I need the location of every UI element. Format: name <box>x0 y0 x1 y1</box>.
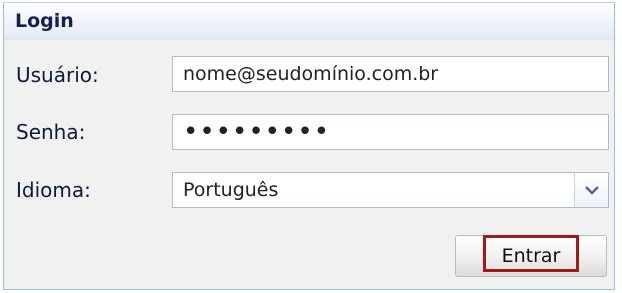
language-dropdown-trigger[interactable] <box>574 173 608 207</box>
user-label: Usuário: <box>16 63 99 87</box>
panel-title: Login <box>15 10 74 32</box>
language-select-value: Português <box>183 179 279 201</box>
enter-button[interactable]: Entrar <box>455 235 607 277</box>
chevron-down-icon <box>584 185 599 195</box>
login-panel: Login Usuário: Senha: Idioma: Português … <box>3 2 615 290</box>
user-input[interactable] <box>172 56 609 92</box>
language-select[interactable]: Português <box>172 172 609 208</box>
password-input[interactable] <box>172 114 609 150</box>
password-label: Senha: <box>16 120 86 144</box>
panel-header: Login <box>4 3 614 40</box>
language-label: Idioma: <box>16 178 91 202</box>
